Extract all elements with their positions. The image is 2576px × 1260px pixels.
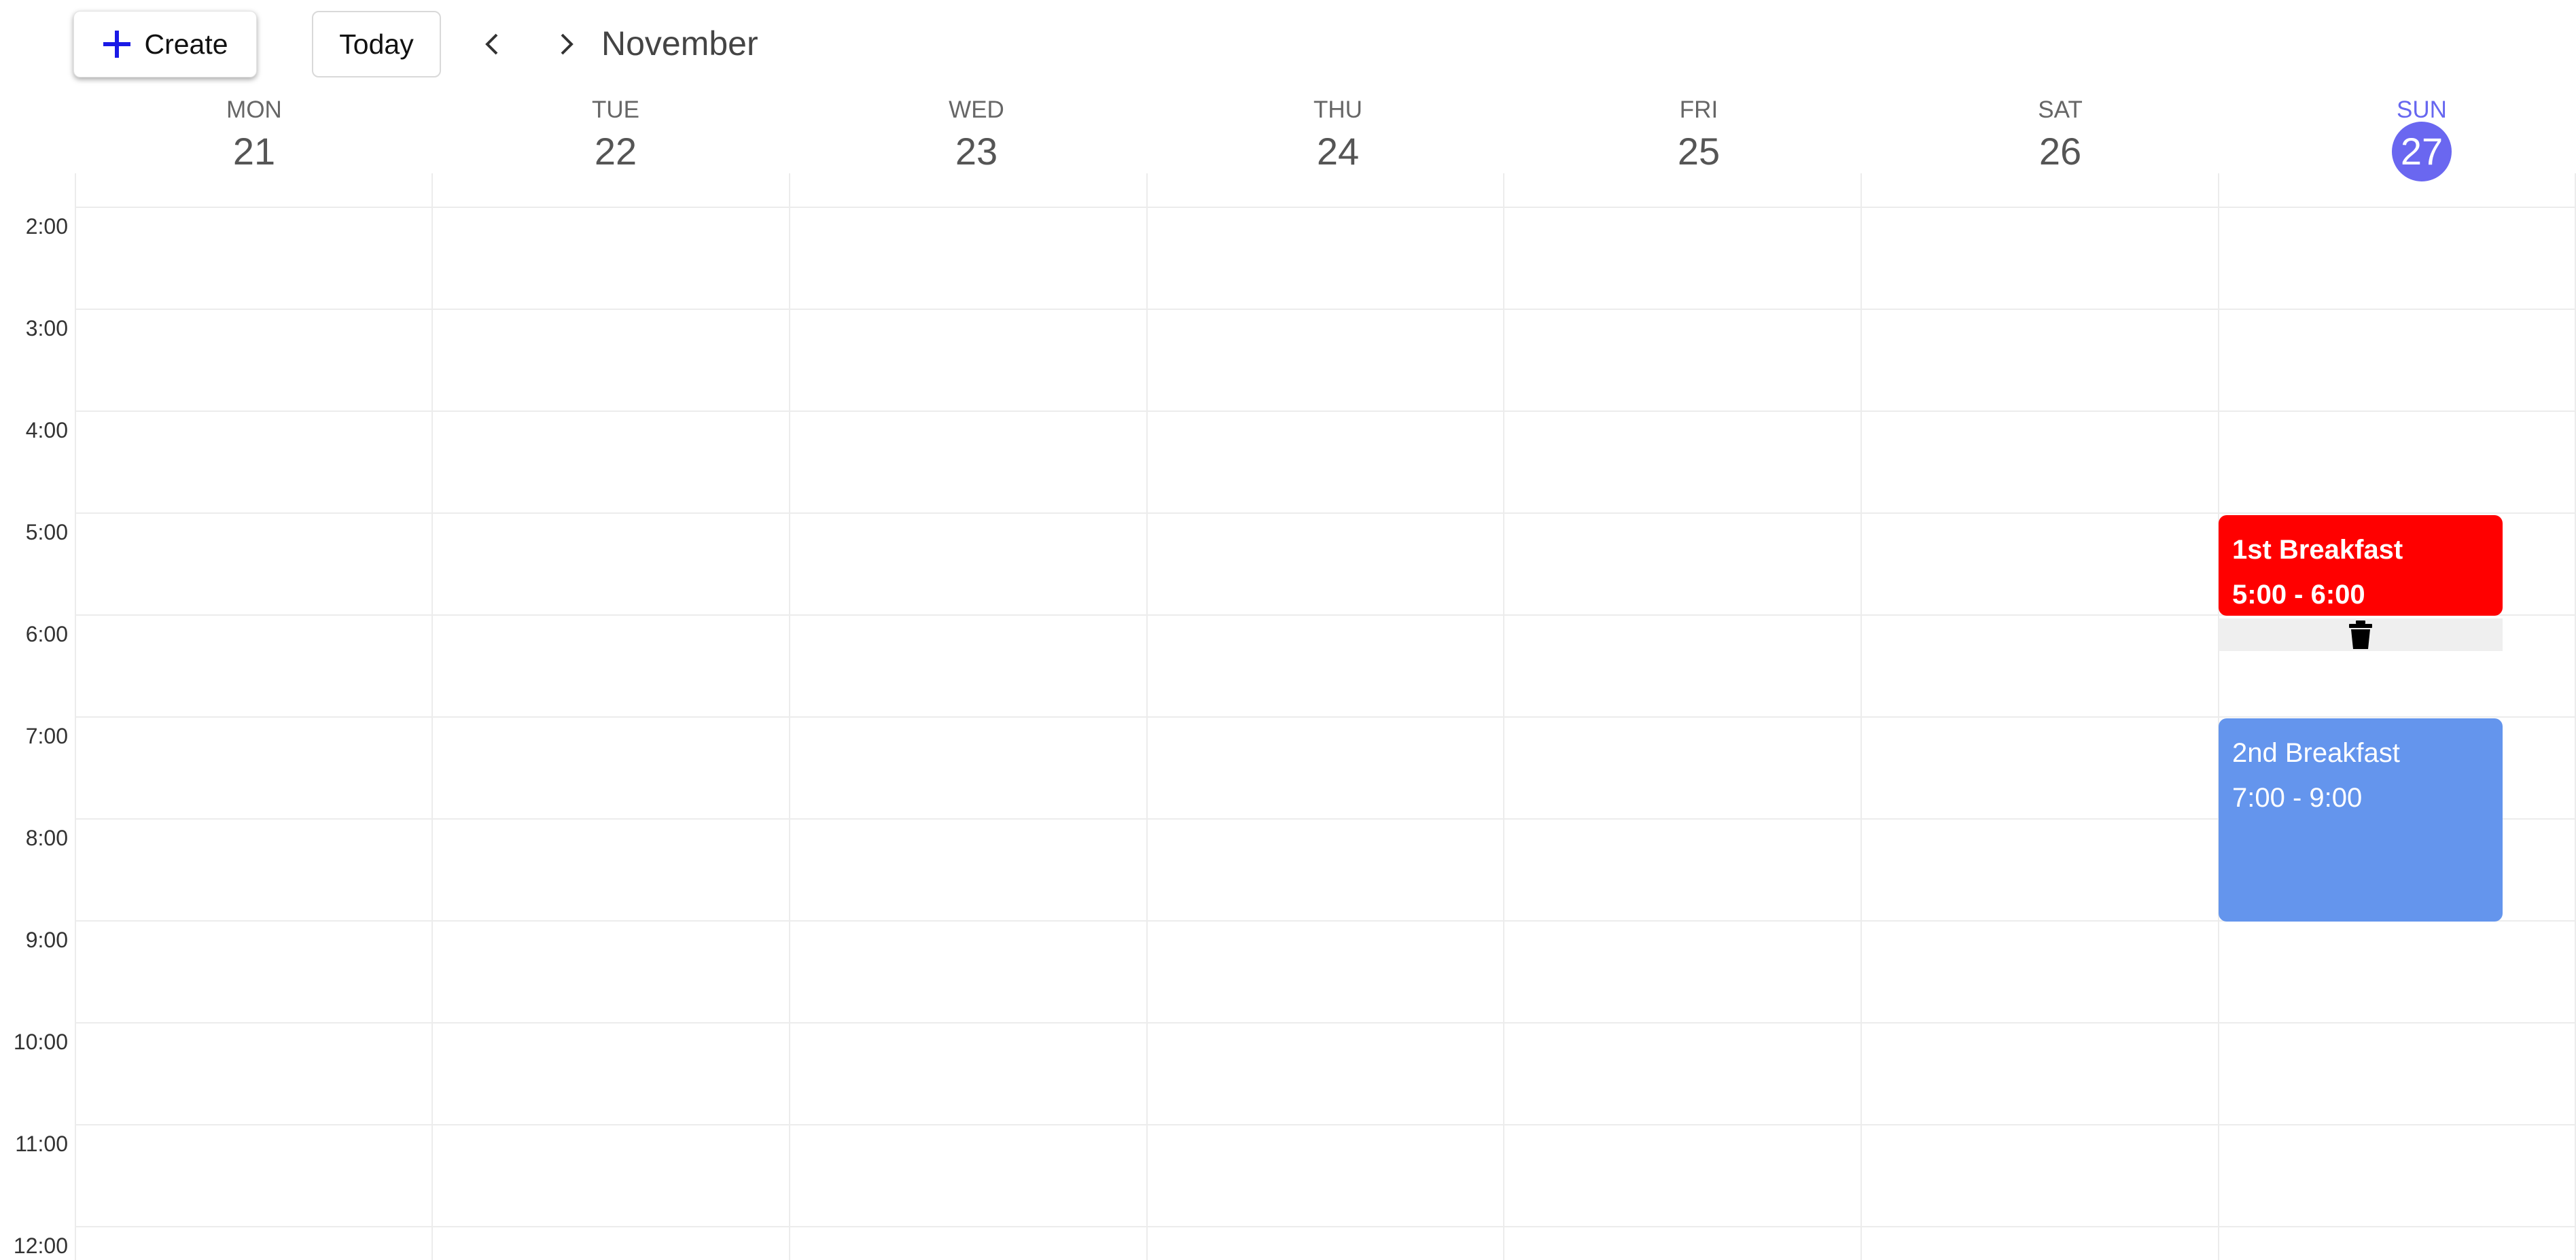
hour-line bbox=[75, 410, 2576, 412]
hour-line bbox=[75, 920, 2576, 922]
hour-line bbox=[75, 1226, 2576, 1227]
day-header-fri: FRI 25 bbox=[1631, 95, 1767, 175]
day-header-thu: THU 24 bbox=[1270, 95, 1406, 175]
chevron-left-icon bbox=[485, 33, 498, 55]
day-name: TUE bbox=[592, 97, 639, 123]
day-name: THU bbox=[1313, 97, 1362, 123]
hour-line bbox=[75, 818, 2576, 820]
day-number: 26 bbox=[2039, 130, 2082, 173]
hour-line bbox=[75, 1124, 2576, 1125]
time-label: 4:00 bbox=[25, 418, 68, 442]
event-time: 7:00 - 9:00 bbox=[2232, 783, 2363, 813]
day-number: 21 bbox=[232, 130, 276, 173]
hour-line bbox=[75, 614, 2576, 616]
day-header-sun-today: SUN 27 bbox=[2354, 95, 2490, 181]
day-name: MON bbox=[226, 97, 282, 123]
day-name: WED bbox=[949, 97, 1004, 123]
day-number: 22 bbox=[594, 130, 637, 173]
time-label: 8:00 bbox=[25, 826, 68, 850]
prev-week-button[interactable] bbox=[469, 20, 516, 68]
create-button[interactable]: Create bbox=[73, 11, 257, 77]
create-button-label: Create bbox=[144, 28, 228, 60]
hour-line bbox=[75, 512, 2576, 514]
time-label: 12:00 bbox=[13, 1233, 68, 1258]
hour-line bbox=[75, 207, 2576, 208]
day-number-today-marker: 27 bbox=[2392, 122, 2452, 181]
day-name: SUN bbox=[2397, 97, 2447, 123]
day-number: 23 bbox=[955, 130, 998, 173]
day-header-wed: WED 23 bbox=[908, 95, 1044, 175]
event-title: 2nd Breakfast bbox=[2232, 738, 2400, 768]
day-number: 25 bbox=[1677, 130, 1721, 173]
hour-line bbox=[75, 716, 2576, 718]
time-label: 9:00 bbox=[25, 928, 68, 952]
month-label: November bbox=[601, 24, 758, 63]
day-name: FRI bbox=[1679, 97, 1718, 123]
time-label: 3:00 bbox=[25, 316, 68, 340]
chevron-right-icon bbox=[561, 33, 574, 55]
hour-line bbox=[75, 309, 2576, 310]
today-button[interactable]: Today bbox=[312, 11, 441, 77]
day-name: SAT bbox=[2038, 97, 2083, 123]
event-title: 1st Breakfast bbox=[2232, 535, 2403, 565]
day-header-sat: SAT 26 bbox=[1992, 95, 2128, 175]
plus-icon bbox=[103, 31, 131, 58]
time-label: 10:00 bbox=[13, 1030, 68, 1054]
time-label: 11:00 bbox=[15, 1132, 68, 1156]
time-label: 5:00 bbox=[25, 520, 68, 544]
event-1st-breakfast[interactable]: 1st Breakfast 5:00 - 6:00 bbox=[2219, 515, 2503, 616]
week-grid[interactable] bbox=[75, 173, 2576, 1260]
day-number: 24 bbox=[1316, 130, 1360, 173]
next-week-button[interactable] bbox=[542, 20, 590, 68]
hour-line bbox=[75, 1022, 2576, 1023]
event-2nd-breakfast[interactable]: 2nd Breakfast 7:00 - 9:00 bbox=[2219, 718, 2503, 922]
delete-event-button[interactable] bbox=[2219, 618, 2503, 651]
event-time: 5:00 - 6:00 bbox=[2232, 580, 2365, 610]
day-header-mon: MON 21 bbox=[186, 95, 322, 175]
day-header-tue: TUE 22 bbox=[548, 95, 684, 175]
trash-icon bbox=[2349, 620, 2372, 649]
time-label: 2:00 bbox=[25, 214, 68, 239]
time-label: 6:00 bbox=[25, 622, 68, 646]
time-label: 7:00 bbox=[25, 724, 68, 748]
